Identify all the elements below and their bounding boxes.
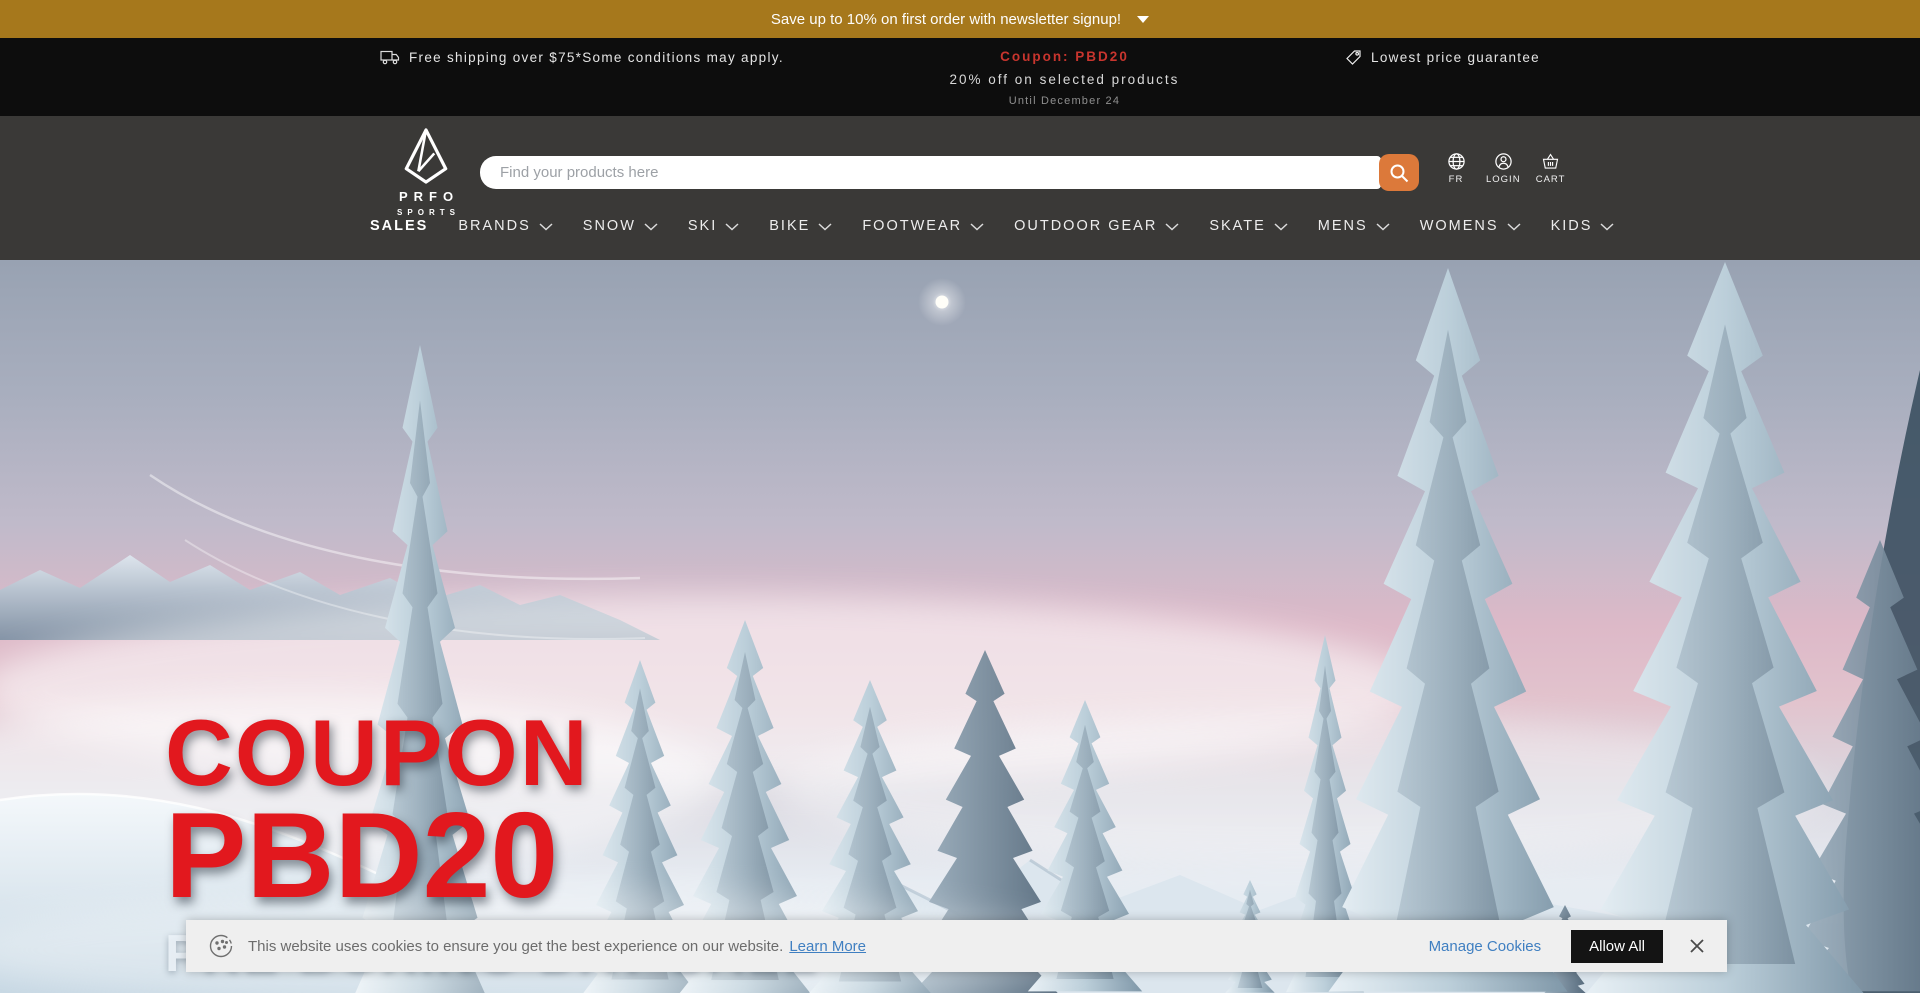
allow-all-button[interactable]: Allow All bbox=[1571, 930, 1663, 963]
close-icon[interactable] bbox=[1689, 938, 1705, 954]
search-button[interactable] bbox=[1379, 154, 1419, 191]
coupon-subtitle: 20% off on selected products bbox=[950, 72, 1180, 87]
chevron-down-icon bbox=[1165, 223, 1179, 231]
price-tag-icon bbox=[1345, 49, 1362, 66]
globe-icon bbox=[1447, 152, 1466, 171]
newsletter-banner-text: Save up to 10% on first order with newsl… bbox=[771, 11, 1121, 28]
language-label: FR bbox=[1449, 174, 1464, 185]
coupon-promo: Coupon: PBD20 20% off on selected produc… bbox=[950, 49, 1180, 107]
prfo-logo[interactable]: PRFO SPORTS bbox=[390, 128, 462, 217]
truck-icon bbox=[380, 49, 400, 65]
login-button[interactable]: LOGIN bbox=[1486, 152, 1521, 185]
coupon-until: Until December 24 bbox=[950, 95, 1180, 107]
caret-down-icon[interactable] bbox=[1137, 16, 1149, 23]
nav-item-kids[interactable]: KIDS bbox=[1551, 218, 1615, 234]
site-header: PRFO SPORTS FR LOGIN bbox=[0, 116, 1920, 260]
chevron-down-icon bbox=[725, 223, 739, 231]
manage-cookies-link[interactable]: Manage Cookies bbox=[1429, 938, 1542, 955]
chevron-down-icon bbox=[1376, 223, 1390, 231]
logo-subtitle: SPORTS bbox=[392, 208, 460, 217]
prfo-logo-icon bbox=[397, 128, 455, 184]
price-guarantee-note: Lowest price guarantee bbox=[1345, 49, 1540, 66]
login-label: LOGIN bbox=[1486, 174, 1521, 185]
cart-label: CART bbox=[1536, 174, 1566, 185]
nav-item-sales[interactable]: SALES bbox=[370, 218, 428, 234]
language-switch[interactable]: FR bbox=[1441, 152, 1471, 185]
coupon-code-text: Coupon: PBD20 bbox=[950, 49, 1180, 64]
search-input[interactable] bbox=[480, 156, 1381, 189]
user-icon bbox=[1494, 152, 1513, 171]
nav-item-skate[interactable]: SKATE bbox=[1209, 218, 1287, 234]
basket-icon bbox=[1540, 152, 1561, 171]
learn-more-link[interactable]: Learn More bbox=[789, 938, 866, 955]
price-guarantee-text: Lowest price guarantee bbox=[1371, 50, 1540, 65]
free-shipping-note: Free shipping over $75*Some conditions m… bbox=[380, 49, 784, 65]
newsletter-banner[interactable]: Save up to 10% on first order with newsl… bbox=[0, 0, 1920, 38]
hero-tagline: 20% off on selected full-price products bbox=[165, 988, 882, 993]
header-actions: FR LOGIN CART bbox=[1441, 152, 1566, 185]
chevron-down-icon bbox=[539, 223, 553, 231]
search-bar bbox=[480, 154, 1419, 191]
chevron-down-icon bbox=[970, 223, 984, 231]
chevron-down-icon bbox=[1507, 223, 1521, 231]
cookie-consent-bar: This website uses cookies to ensure you … bbox=[186, 920, 1727, 972]
main-nav: SALES BRANDS SNOW SKI BIKE FOOTWEAR OUTD… bbox=[370, 218, 1614, 234]
hero-coupon-code: PBD20 bbox=[165, 799, 882, 911]
chevron-down-icon bbox=[1600, 223, 1614, 231]
cart-button[interactable]: CART bbox=[1536, 152, 1566, 185]
nav-item-brands[interactable]: BRANDS bbox=[458, 218, 552, 234]
cookie-message: This website uses cookies to ensure you … bbox=[248, 938, 783, 955]
hero-banner[interactable]: COUPON PBD20 PRE BOXING DAY SALE 20% off… bbox=[0, 260, 1920, 993]
promo-bar: Free shipping over $75*Some conditions m… bbox=[0, 38, 1920, 116]
chevron-down-icon bbox=[644, 223, 658, 231]
nav-item-outdoor-gear[interactable]: OUTDOOR GEAR bbox=[1014, 218, 1179, 234]
nav-item-mens[interactable]: MENS bbox=[1318, 218, 1390, 234]
chevron-down-icon bbox=[1274, 223, 1288, 231]
nav-item-footwear[interactable]: FOOTWEAR bbox=[862, 218, 984, 234]
nav-item-bike[interactable]: BIKE bbox=[769, 218, 832, 234]
nav-item-snow[interactable]: SNOW bbox=[583, 218, 658, 234]
cookie-icon bbox=[208, 933, 234, 959]
nav-item-womens[interactable]: WOMENS bbox=[1420, 218, 1521, 234]
chevron-down-icon bbox=[818, 223, 832, 231]
nav-item-ski[interactable]: SKI bbox=[688, 218, 739, 234]
free-shipping-text: Free shipping over $75*Some conditions m… bbox=[409, 50, 784, 65]
hero-coupon-word: COUPON bbox=[165, 708, 882, 797]
magnifier-icon bbox=[1388, 162, 1410, 184]
logo-title: PRFO bbox=[393, 189, 459, 204]
